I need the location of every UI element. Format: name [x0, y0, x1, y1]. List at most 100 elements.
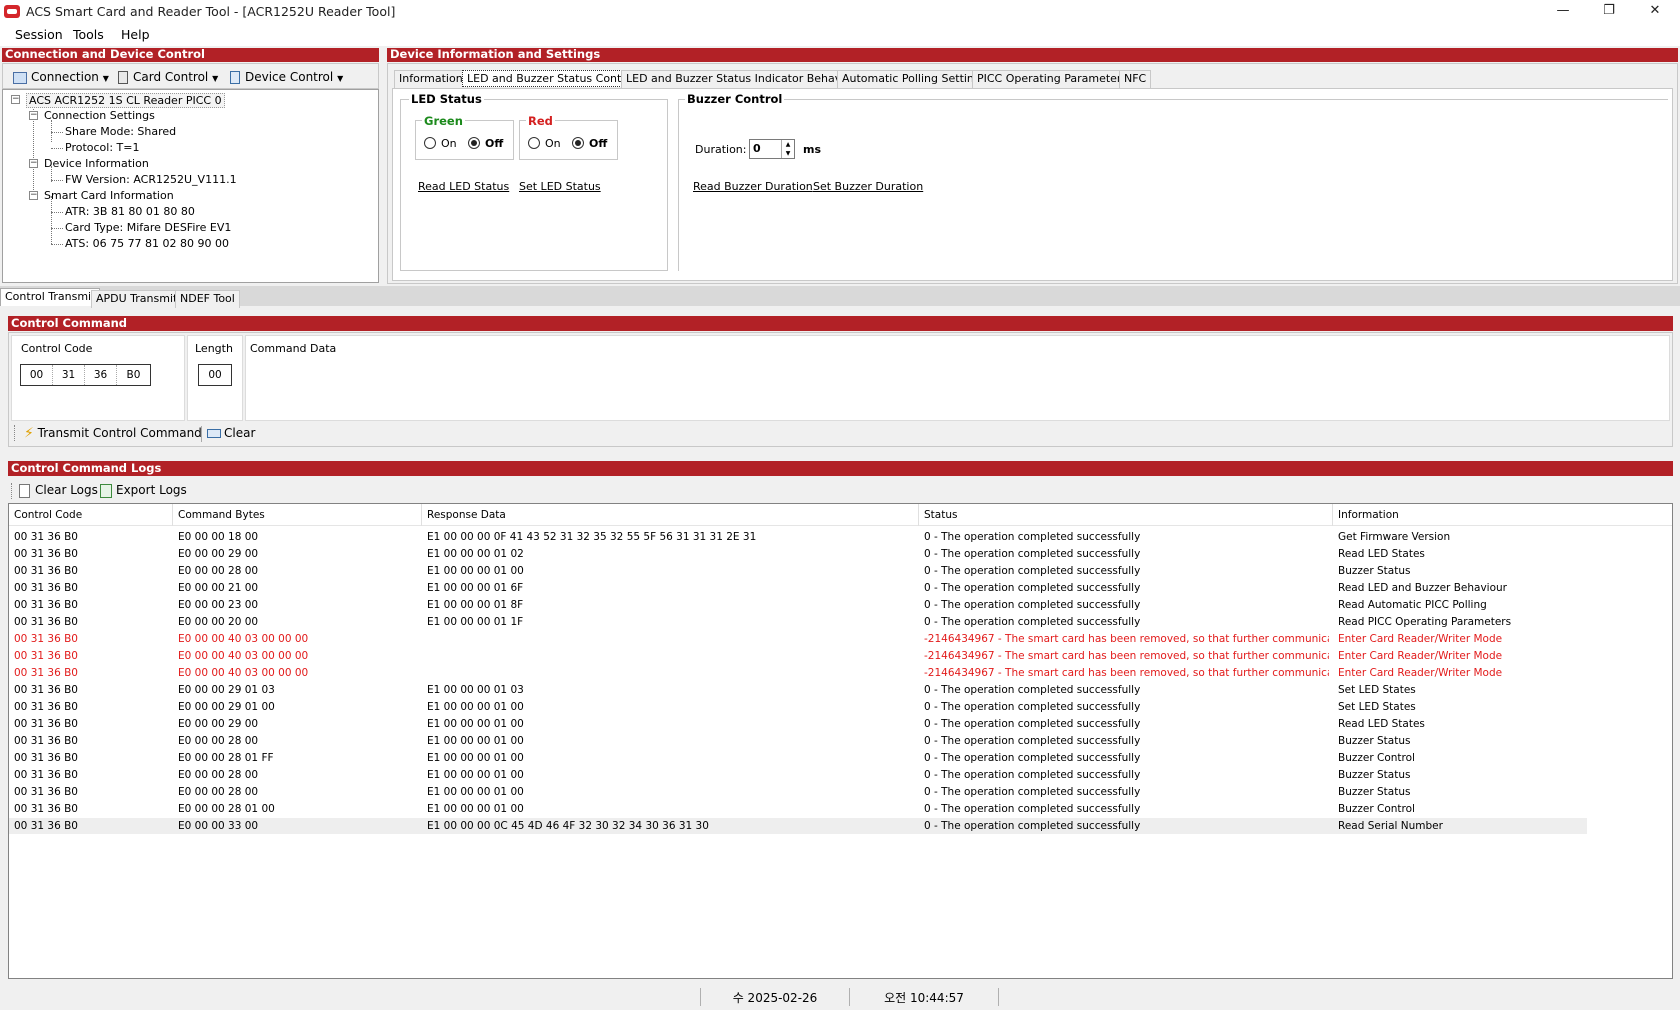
led-status-group: LED Status Green On Off Red On Off Read …: [400, 92, 668, 271]
cell-information: Read Serial Number: [1338, 820, 1443, 832]
tree-expander-root[interactable]: −: [11, 95, 20, 104]
tab-information[interactable]: Information: [394, 70, 468, 88]
table-row[interactable]: 00 31 36 B0 E0 00 00 23 00 E1 00 00 00 01 …: [9, 597, 1587, 613]
tree-expander-connection-settings[interactable]: −: [29, 111, 38, 120]
green-off-radio[interactable]: [468, 137, 480, 149]
red-off-radio[interactable]: [572, 137, 584, 149]
cell-information: Read LED States: [1338, 548, 1425, 560]
spinner-up-icon[interactable]: ▲: [781, 140, 794, 149]
table-row[interactable]: 00 31 36 B0 E0 00 00 28 00 E1 00 00 00 01 …: [9, 563, 1587, 579]
table-row[interactable]: 00 31 36 B0 E0 00 00 21 00 E1 00 00 00 01 …: [9, 580, 1587, 596]
table-row[interactable]: 00 31 36 B0 E0 00 00 40 03 00 00 00 -21464…: [9, 665, 1587, 681]
table-row[interactable]: 00 31 36 B0 E0 00 00 28 01 FF E1 00 00 00 …: [9, 750, 1587, 766]
menu-help[interactable]: Help: [121, 27, 150, 42]
connection-dropdown[interactable]: Connection ▼: [13, 66, 109, 88]
tree-ats[interactable]: ATS: 06 75 77 81 02 80 90 00: [65, 237, 229, 250]
column-control-code[interactable]: Control Code: [9, 504, 173, 526]
red-label: Red: [526, 114, 555, 128]
duration-value[interactable]: 0: [753, 142, 761, 155]
table-row[interactable]: 00 31 36 B0 E0 00 00 29 00 E1 00 00 00 01 …: [9, 716, 1587, 732]
tab-picc-parameters[interactable]: PICC Operating Parameters: [972, 70, 1133, 88]
spinner-down-icon[interactable]: ▼: [781, 149, 794, 158]
cell-control-code: 00 31 36 B0: [14, 752, 78, 764]
transmit-control-command-button[interactable]: ⚡ Transmit Control Command: [24, 422, 202, 444]
control-code-input[interactable]: 00 31 36 B0: [20, 364, 151, 386]
menu-session[interactable]: Session: [15, 27, 63, 42]
tree-protocol[interactable]: Protocol: T=1: [65, 141, 139, 154]
tree-card-type[interactable]: Card Type: Mifare DESFire EV1: [65, 221, 231, 234]
read-buzzer-duration-link[interactable]: Read Buzzer Duration: [693, 180, 813, 193]
tree-smart-card-information[interactable]: Smart Card Information: [44, 189, 174, 202]
control-code-byte-2[interactable]: 36: [85, 365, 117, 385]
cell-command-bytes: E0 00 00 40 03 00 00 00: [178, 633, 309, 645]
green-on-radio[interactable]: [424, 137, 436, 149]
tree-atr[interactable]: ATR: 3B 81 80 01 80 80: [65, 205, 195, 218]
export-logs-button[interactable]: Export Logs: [100, 479, 187, 501]
column-status[interactable]: Status: [919, 504, 1333, 526]
table-row[interactable]: 00 31 36 B0 E0 00 00 20 00 E1 00 00 00 01 …: [9, 614, 1587, 630]
menu-tools[interactable]: Tools: [73, 27, 104, 42]
window-title: ACS Smart Card and Reader Tool - [ACR125…: [26, 4, 396, 19]
length-value[interactable]: 00: [199, 365, 231, 385]
close-button[interactable]: ✕: [1632, 0, 1678, 24]
command-data-input[interactable]: [246, 358, 1669, 420]
tab-led-buzzer-control[interactable]: LED and Buzzer Status Control: [462, 70, 641, 87]
tree-root-reader[interactable]: ACS ACR1252 1S CL Reader PICC 0: [26, 93, 225, 108]
tree-fw-version[interactable]: FW Version: ACR1252U_V111.1: [65, 173, 237, 186]
tree-share-mode[interactable]: Share Mode: Shared: [65, 125, 176, 138]
read-led-status-link[interactable]: Read LED Status: [418, 180, 509, 193]
control-code-byte-3[interactable]: B0: [117, 365, 150, 385]
tree-connection-settings[interactable]: Connection Settings: [44, 109, 155, 122]
maximize-button[interactable]: ❐: [1586, 0, 1632, 24]
column-response-data[interactable]: Response Data: [422, 504, 919, 526]
minimize-button[interactable]: —: [1540, 0, 1586, 24]
cell-command-bytes: E0 00 00 18 00: [178, 531, 259, 543]
tree-expander-smart-card-information[interactable]: −: [29, 191, 38, 200]
table-row[interactable]: 00 31 36 B0 E0 00 00 28 00 E1 00 00 00 01 …: [9, 784, 1587, 800]
length-input[interactable]: 00: [198, 364, 232, 386]
tab-apdu-transmit[interactable]: APDU Transmit: [91, 290, 183, 308]
tree-expander-device-information[interactable]: −: [29, 159, 38, 168]
table-row[interactable]: 00 31 36 B0 E0 00 00 29 01 00 E1 00 00 00 …: [9, 699, 1587, 715]
export-icon: [100, 483, 112, 498]
column-command-bytes[interactable]: Command Bytes: [173, 504, 422, 526]
cell-control-code: 00 31 36 B0: [14, 650, 78, 662]
table-row[interactable]: 00 31 36 B0 E0 00 00 33 00 E1 00 00 00 0C …: [9, 818, 1587, 834]
control-code-byte-0[interactable]: 00: [21, 365, 53, 385]
tab-ndef-tool[interactable]: NDEF Tool: [175, 290, 240, 308]
connection-icon: [13, 71, 27, 84]
tab-automatic-polling[interactable]: Automatic Polling Settings: [837, 70, 992, 88]
connection-panel-header: Connection and Device Control: [2, 48, 379, 62]
clear-logs-button[interactable]: Clear Logs: [19, 479, 98, 501]
column-information[interactable]: Information: [1333, 504, 1672, 526]
clear-command-button[interactable]: Clear: [207, 422, 255, 444]
control-code-byte-1[interactable]: 31: [53, 365, 85, 385]
cell-response-data: E1 00 00 00 01 03: [427, 684, 524, 696]
tree-device-information[interactable]: Device Information: [44, 157, 149, 170]
cell-command-bytes: E0 00 00 23 00: [178, 599, 259, 611]
table-row[interactable]: 00 31 36 B0 E0 00 00 40 03 00 00 00 -21464…: [9, 631, 1587, 647]
table-row[interactable]: 00 31 36 B0 E0 00 00 28 00 E1 00 00 00 01 …: [9, 767, 1587, 783]
tab-nfc[interactable]: NFC: [1119, 70, 1152, 88]
table-row[interactable]: 00 31 36 B0 E0 00 00 28 01 00 E1 00 00 00 …: [9, 801, 1587, 817]
table-row[interactable]: 00 31 36 B0 E0 00 00 29 00 E1 00 00 00 01 …: [9, 546, 1587, 562]
tab-control-transmit[interactable]: Control Transmit: [0, 288, 101, 306]
cell-command-bytes: E0 00 00 21 00: [178, 582, 259, 594]
cell-command-bytes: E0 00 00 33 00: [178, 820, 259, 832]
card-control-dropdown[interactable]: Card Control ▼: [118, 66, 218, 88]
table-row[interactable]: 00 31 36 B0 E0 00 00 40 03 00 00 00 -21464…: [9, 648, 1587, 664]
table-row[interactable]: 00 31 36 B0 E0 00 00 18 00 E1 00 00 00 0F …: [9, 529, 1587, 545]
cell-command-bytes: E0 00 00 28 00: [178, 565, 259, 577]
device-control-dropdown[interactable]: Device Control ▼: [230, 66, 343, 88]
cell-command-bytes: E0 00 00 40 03 00 00 00: [178, 667, 309, 679]
set-buzzer-duration-link[interactable]: Set Buzzer Duration: [813, 180, 923, 193]
red-on-radio[interactable]: [528, 137, 540, 149]
tab-led-buzzer-behaviour[interactable]: LED and Buzzer Status Indicator Behaviou…: [621, 70, 868, 88]
table-row[interactable]: 00 31 36 B0 E0 00 00 28 00 E1 00 00 00 01 …: [9, 733, 1587, 749]
table-row[interactable]: 00 31 36 B0 E0 00 00 29 01 03 E1 00 00 00 …: [9, 682, 1587, 698]
duration-spinner[interactable]: 0 ▲ ▼: [749, 139, 795, 159]
app-icon: [4, 5, 20, 18]
set-led-status-link[interactable]: Set LED Status: [519, 180, 601, 193]
cell-information: Buzzer Control: [1338, 803, 1415, 815]
cell-response-data: E1 00 00 00 01 00: [427, 769, 524, 781]
